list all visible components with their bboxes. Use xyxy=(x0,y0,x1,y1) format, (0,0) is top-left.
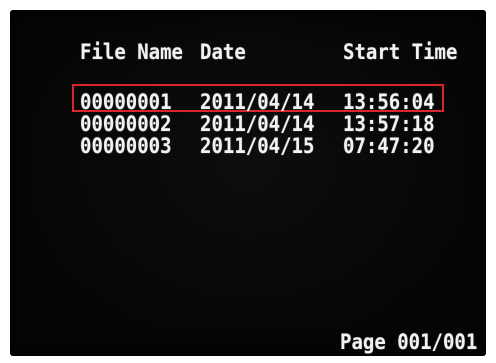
row-3-date[interactable]: 2011/04/15 xyxy=(200,134,314,159)
row-1-date[interactable]: 2011/04/14 xyxy=(200,90,314,115)
display-screen: File Name Date Start Time 00000001 2011/… xyxy=(10,10,486,356)
header-start-time: Start Time xyxy=(343,40,458,65)
row-3-file-name[interactable]: 00000003 xyxy=(80,134,172,159)
row-2-file-name[interactable]: 00000002 xyxy=(80,112,172,137)
row-2-start-time[interactable]: 13:57:18 xyxy=(343,112,435,137)
row-3-start-time[interactable]: 07:47:20 xyxy=(343,134,435,159)
header-date: Date xyxy=(200,40,246,65)
row-2-date[interactable]: 2011/04/14 xyxy=(200,112,314,137)
page-indicator: Page 001/001 xyxy=(340,330,478,355)
row-1-start-time[interactable]: 13:56:04 xyxy=(343,90,435,115)
header-file-name: File Name xyxy=(80,40,183,65)
row-1-file-name[interactable]: 00000001 xyxy=(80,90,172,115)
